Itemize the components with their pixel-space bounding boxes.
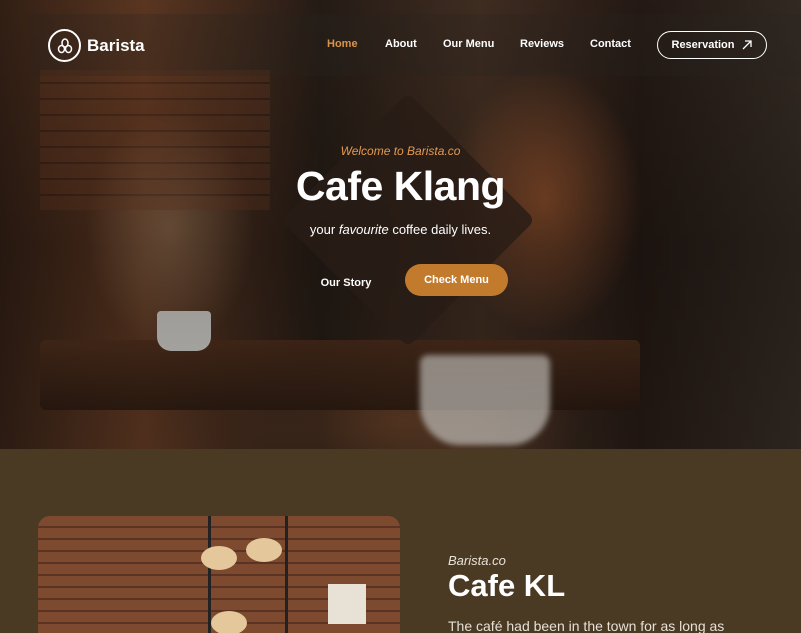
bowl [211, 611, 247, 633]
hero-welcome: Welcome to Barista.co [340, 144, 461, 158]
our-story-button[interactable]: Our Story [300, 268, 392, 298]
bowl [246, 538, 282, 562]
about-title: Cafe KL [448, 568, 566, 603]
brand-name: Barista [87, 35, 145, 55]
bowl [201, 546, 237, 570]
reservation-button[interactable]: Reservation [657, 31, 767, 59]
about-image [38, 516, 400, 633]
storage-box [328, 584, 366, 624]
coffee-bean-icon [48, 29, 81, 62]
check-menu-button[interactable]: Check Menu [405, 264, 508, 296]
arrow-up-right-icon [743, 40, 753, 50]
reservation-label: Reservation [671, 39, 735, 51]
nav-about[interactable]: About [385, 38, 417, 50]
nav-contact[interactable]: Contact [590, 38, 631, 50]
brand-logo[interactable]: Barista [48, 29, 145, 62]
nav-our-menu[interactable]: Our Menu [443, 38, 494, 50]
about-kicker: Barista.co [448, 553, 506, 568]
nav-reviews[interactable]: Reviews [520, 38, 564, 50]
about-body: The café had been in the town for as lon… [448, 618, 725, 633]
nav-home[interactable]: Home [327, 38, 358, 50]
shelf [201, 516, 288, 633]
hero-subtitle: your favourite coffee daily lives. [309, 222, 492, 237]
hero-title: Cafe Klang [295, 163, 506, 209]
